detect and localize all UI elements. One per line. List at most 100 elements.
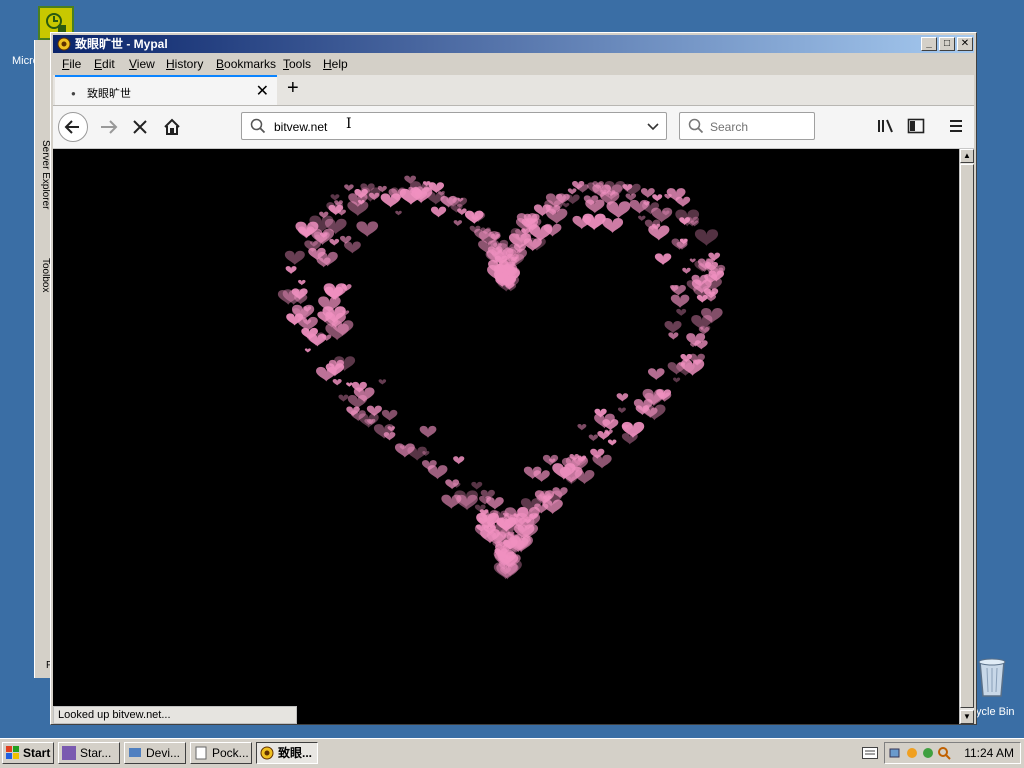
system-tray: 11:24 AM — [884, 742, 1021, 764]
magnifier-icon[interactable] — [937, 746, 951, 760]
small-heart — [648, 225, 670, 241]
home-icon — [164, 118, 180, 135]
window-title: 致眼旷世 - Mypal — [75, 37, 168, 51]
taskbar-item-label: Pock... — [212, 746, 249, 760]
library-icon[interactable] — [877, 118, 895, 134]
small-heart — [567, 188, 577, 195]
small-heart — [378, 379, 387, 385]
small-heart — [445, 479, 460, 490]
menu-bar: File Edit View History Bookmarks Tools H… — [53, 55, 974, 73]
taskbar-item-pocket[interactable]: Pock... — [190, 742, 252, 764]
status-bar: Looked up bitvew.net... — [53, 706, 297, 724]
small-heart — [668, 332, 679, 340]
menu-bookmarks[interactable]: Bookmarks — [216, 57, 276, 71]
small-heart — [454, 490, 478, 508]
small-heart — [676, 308, 687, 317]
url-text: bitvew.net — [274, 120, 328, 134]
scrollbar-thumb[interactable] — [960, 164, 974, 708]
start-button[interactable]: Start — [2, 742, 54, 764]
search-icon — [688, 118, 704, 134]
document-icon — [195, 746, 207, 760]
small-heart — [471, 481, 483, 490]
tab-title: 致眼旷世 — [87, 88, 131, 100]
browser-window: 致眼旷世 - Mypal _ □ ✕ File Edit View Histor… — [50, 32, 977, 725]
small-heart — [638, 215, 646, 222]
small-heart — [430, 206, 447, 218]
small-heart — [588, 434, 599, 442]
menu-tools[interactable]: Tools — [283, 57, 311, 71]
small-heart — [298, 279, 306, 286]
recycle-bin-icon[interactable] — [972, 652, 1012, 700]
small-heart — [682, 267, 691, 274]
url-bar[interactable]: bitvew.net I — [241, 112, 667, 140]
new-tab-button[interactable]: + — [287, 77, 299, 100]
keyboard-icon[interactable] — [862, 747, 878, 759]
small-heart — [381, 409, 398, 422]
small-heart — [592, 454, 612, 469]
small-heart — [607, 439, 617, 446]
loading-dot-icon: ● — [71, 89, 76, 98]
small-heart — [330, 194, 340, 201]
maximize-button[interactable]: □ — [939, 37, 955, 51]
taskbar-item-start-page[interactable]: Star... — [58, 742, 120, 764]
start-label: Start — [23, 746, 51, 760]
sync-icon[interactable] — [905, 746, 919, 760]
minimize-button[interactable]: _ — [921, 37, 937, 51]
taskbar-item-label: 致眼... — [278, 746, 313, 760]
menu-file[interactable]: File — [62, 57, 81, 71]
stop-button[interactable] — [125, 112, 155, 142]
small-heart — [344, 241, 361, 254]
forward-arrow-icon — [101, 120, 118, 134]
home-button[interactable] — [157, 112, 187, 142]
title-bar[interactable]: 致眼旷世 - Mypal _ □ ✕ — [53, 35, 974, 53]
taskbar-item-label: Star... — [80, 746, 112, 760]
small-heart — [356, 221, 379, 238]
stop-icon — [133, 120, 147, 134]
back-button[interactable] — [58, 112, 88, 142]
tab-active[interactable]: ● 致眼旷世 ✕ — [55, 75, 277, 105]
scroll-up-button[interactable]: ▲ — [960, 149, 974, 163]
taskbar-item-device[interactable]: Devi... — [124, 742, 186, 764]
back-arrow-icon — [64, 120, 79, 134]
small-heart — [329, 238, 340, 246]
small-heart — [652, 194, 663, 202]
search-placeholder: Search — [710, 120, 749, 134]
taskbar-item-browser[interactable]: 致眼... — [256, 742, 318, 764]
small-heart — [572, 215, 592, 230]
small-heart — [606, 201, 631, 219]
sidebar-icon[interactable] — [907, 118, 925, 134]
chevron-down-icon[interactable] — [646, 120, 660, 134]
small-heart — [453, 220, 463, 227]
small-heart — [689, 258, 696, 263]
small-heart — [577, 423, 587, 431]
menu-history[interactable]: History — [166, 57, 203, 71]
network-icon[interactable] — [889, 746, 903, 760]
small-heart — [562, 202, 570, 208]
search-input[interactable]: Search — [679, 112, 815, 140]
small-heart — [597, 431, 610, 441]
tab-close-button[interactable]: ✕ — [256, 81, 269, 101]
mypal-app-icon — [57, 37, 71, 51]
small-heart — [486, 497, 504, 510]
small-heart — [643, 404, 666, 421]
recycle-bin-label: ycle Bin — [976, 706, 1015, 718]
small-heart — [664, 321, 682, 334]
text-cursor-icon: I — [346, 116, 352, 132]
menu-view[interactable]: View — [129, 57, 155, 71]
device-icon — [129, 748, 141, 757]
small-heart — [616, 393, 629, 402]
small-heart — [344, 184, 354, 192]
menu-help[interactable]: Help — [323, 57, 348, 71]
close-button[interactable]: ✕ — [957, 37, 973, 51]
page-content[interactable] — [53, 149, 959, 724]
menu-edit[interactable]: Edit — [94, 57, 115, 71]
small-heart — [617, 407, 626, 414]
forward-button[interactable] — [93, 112, 123, 142]
hamburger-menu-icon[interactable] — [949, 118, 963, 134]
vertical-scrollbar[interactable]: ▲ ▼ — [959, 149, 974, 724]
small-heart — [654, 253, 672, 266]
small-heart — [673, 377, 681, 383]
scroll-down-button[interactable]: ▼ — [960, 710, 974, 724]
security-icon[interactable] — [921, 746, 935, 760]
search-icon — [250, 118, 266, 134]
